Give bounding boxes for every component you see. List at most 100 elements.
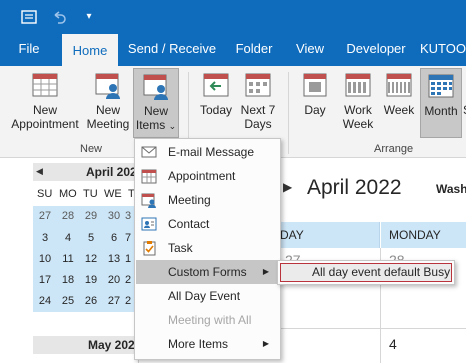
new-items-button[interactable]: New Items ⌄	[133, 68, 179, 138]
mini-calendar-day[interactable]: 18	[56, 274, 80, 286]
mini-calendar-day[interactable]: 20	[102, 274, 126, 286]
mini-calendar-day[interactable]: 30	[102, 210, 126, 222]
mini-calendar-day[interactable]: 26	[79, 295, 103, 307]
group-label-new: New	[80, 143, 103, 155]
new-appointment-label-1: New	[32, 103, 57, 117]
column-header-monday: MONDAY	[381, 222, 466, 248]
mini-calendar-day[interactable]: 10	[33, 253, 57, 265]
next-7-days-button[interactable]: Next 7 Days	[238, 70, 278, 142]
menu-item-contact[interactable]: Contact	[136, 212, 279, 236]
day-view-icon	[300, 70, 330, 100]
tab-folder[interactable]: Folder	[228, 34, 280, 66]
week-view-button[interactable]: Week	[380, 70, 418, 142]
month-view-label: Month	[424, 104, 458, 118]
today-icon	[201, 70, 231, 100]
customize-qat-icon[interactable]: ▾	[80, 8, 98, 26]
new-items-label-2: Items ⌄	[135, 118, 177, 132]
mini-calendar-day[interactable]: 13	[102, 253, 126, 265]
mini-calendar-day[interactable]: 25	[56, 295, 80, 307]
new-appointment-button[interactable]: New Appointment	[6, 70, 84, 142]
week-view-icon	[384, 70, 414, 100]
mini-calendar-day[interactable]: 11	[56, 253, 80, 265]
mini-calendar-day[interactable]: 27	[102, 295, 126, 307]
task-icon	[141, 240, 157, 256]
work-week-icon	[343, 70, 373, 100]
day-view-button[interactable]: Day	[296, 70, 334, 142]
tab-developer[interactable]: Developer	[340, 34, 412, 66]
work-week-button[interactable]: Work Week	[338, 70, 378, 142]
mini-calendar-day[interactable]: 29	[79, 210, 103, 222]
menu-item-label: Task	[168, 241, 193, 255]
schedule-view-icon	[462, 70, 466, 100]
menu-item-label: E-mail Message	[168, 145, 255, 159]
week-view-label: Week	[383, 103, 415, 117]
mini-calendar-day[interactable]: 19	[79, 274, 103, 286]
submenu-arrow-icon: ▶	[262, 339, 269, 348]
group-label-arrange: Arrange	[374, 143, 414, 155]
new-items-menu: E-mail Message Appointment Meeting Conta…	[134, 138, 281, 360]
calendar-view-title: April 2022	[307, 176, 402, 199]
app-menu-icon[interactable]	[20, 8, 38, 26]
tab-home[interactable]: Home	[62, 34, 118, 66]
custom-forms-submenu: All day event default Busy	[277, 260, 455, 285]
dow-label: TU	[83, 188, 98, 200]
tab-view[interactable]: View	[288, 34, 332, 66]
meeting-icon	[141, 192, 157, 208]
menu-item-label: Meeting	[168, 193, 211, 207]
mini-calendar-day[interactable]: 27	[33, 210, 57, 222]
mini-calendar-day[interactable]: 28	[56, 210, 80, 222]
undo-icon[interactable]	[50, 8, 68, 26]
today-label: Today	[199, 103, 233, 117]
submenu-item-all-day-event-default-busy[interactable]: All day event default Busy	[280, 263, 452, 282]
month-view-icon	[426, 71, 456, 101]
tab-send-receive[interactable]: Send / Receive	[126, 34, 218, 66]
new-meeting-button[interactable]: New Meeting	[84, 70, 132, 142]
menu-item-appointment[interactable]: Appointment	[136, 164, 279, 188]
dow-label: WE	[104, 188, 122, 200]
calendar-cell-date[interactable]: 4	[389, 336, 397, 352]
previous-month-icon[interactable]: ◀	[36, 166, 43, 177]
contact-icon	[141, 216, 157, 232]
new-meeting-label-2: Meeting	[86, 117, 130, 131]
submenu-arrow-icon: ▶	[262, 267, 269, 276]
month-view-button[interactable]: Month	[420, 68, 462, 138]
mini-calendar-day[interactable]: 5	[79, 232, 103, 244]
weather-location[interactable]: Washi	[436, 182, 466, 196]
mini-calendar-day[interactable]: 17	[33, 274, 57, 286]
work-week-label-2: Week	[342, 117, 374, 131]
menu-item-label: Custom Forms	[168, 265, 247, 279]
today-button[interactable]: Today	[196, 70, 236, 142]
new-appointment-label-2: Appointment	[11, 117, 79, 131]
menu-item-label: Meeting with All	[168, 313, 252, 327]
menu-item-label: All Day Event	[168, 289, 241, 303]
next-period-icon[interactable]: ▶	[283, 180, 292, 194]
mini-calendar-day[interactable]: 3	[33, 232, 57, 244]
group-divider	[288, 72, 289, 154]
menu-item-meeting-with-all: Meeting with All	[136, 308, 279, 332]
calendar-icon	[30, 70, 60, 100]
work-week-label-1: Work	[344, 103, 372, 117]
mini-calendar-day[interactable]: 4	[56, 232, 80, 244]
mini-calendar-day[interactable]: 24	[33, 295, 57, 307]
mini-calendar-day[interactable]: 12	[79, 253, 103, 265]
schedule-view-label: S	[462, 103, 466, 117]
menu-item-meeting[interactable]: Meeting	[136, 188, 279, 212]
menu-item-more-items[interactable]: More Items ▶	[136, 332, 279, 356]
schedule-view-button[interactable]: S	[462, 70, 466, 142]
menu-item-label: Contact	[168, 217, 210, 231]
menu-item-all-day-event[interactable]: All Day Event	[136, 284, 279, 308]
ribbon-tabs: File Home Send / Receive Folder View Dev…	[0, 34, 466, 66]
menu-item-custom-forms[interactable]: Custom Forms ▶	[136, 260, 279, 284]
next-7-days-label-2: Days	[244, 117, 272, 131]
chevron-down-icon: ⌄	[168, 121, 177, 131]
tab-kutools[interactable]: KUTOO	[420, 34, 466, 66]
dow-label: SU	[37, 188, 53, 200]
day-view-label: Day	[304, 103, 326, 117]
new-items-icon	[141, 71, 171, 101]
cell-divider	[260, 328, 466, 329]
menu-item-task[interactable]: Task	[136, 236, 279, 260]
menu-item-email-message[interactable]: E-mail Message	[136, 140, 279, 164]
tab-file[interactable]: File	[8, 34, 50, 66]
new-meeting-label-1: New	[95, 103, 120, 117]
mini-calendar-day[interactable]: 6	[102, 232, 126, 244]
